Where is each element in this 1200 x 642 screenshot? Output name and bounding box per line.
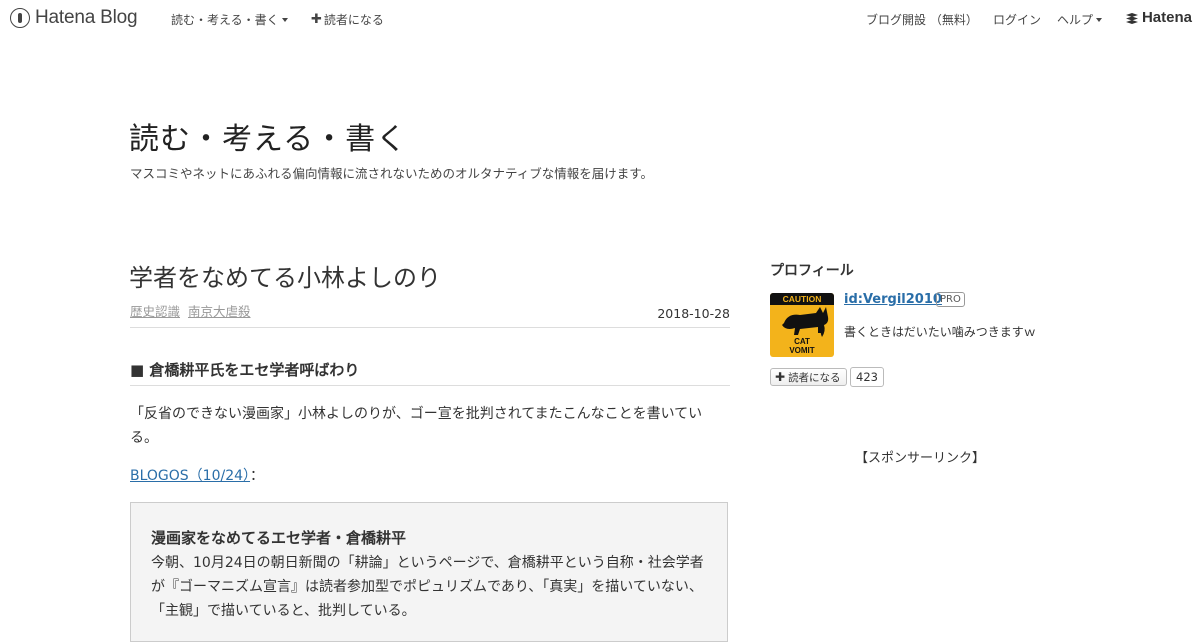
caret-down-icon [1096, 17, 1103, 22]
quote-title: 漫画家をなめてるエセ学者・倉橋耕平 [151, 529, 407, 547]
help-dropdown[interactable]: ヘルプ [1057, 11, 1103, 28]
subscriber-count[interactable]: 423 [850, 367, 884, 387]
hatena-blog-icon [10, 8, 30, 28]
entry-title[interactable]: 学者をなめてる小林よしのり [129, 258, 441, 293]
avatar[interactable]: CAUTION CAT VOMIT [770, 293, 834, 357]
caret-down-icon [281, 17, 288, 22]
profile-heading: プロフィール [770, 263, 854, 279]
blog-title[interactable]: 読む・考える・書く [129, 114, 407, 158]
blog-menu-dropdown[interactable]: 読む・考える・書く [171, 11, 288, 28]
open-blog-link[interactable]: ブログ開設 （無料） [866, 11, 978, 28]
category-link[interactable]: 歴史認識 [130, 304, 180, 319]
profile-description: 書くときはだいたい噛みつきますｗ [844, 325, 1036, 339]
hatena-logo[interactable]: Hatena [1125, 9, 1192, 26]
avatar-text-line2: VOMIT [789, 346, 815, 355]
hatena-blog-logo[interactable]: Hatena Blog [10, 7, 138, 29]
header-subscribe-button[interactable]: ✚ 読者になる [311, 11, 384, 28]
hatena-icon [1125, 12, 1138, 24]
pro-badge[interactable]: PRO [936, 292, 965, 307]
plus-icon: ✚ [311, 12, 322, 27]
blog-description: マスコミやネットにあふれる偏向情報に流されないためのオルタナティブな情報を届けま… [130, 166, 654, 181]
sponsor-link-label: 【スポンサーリンク】 [854, 451, 985, 466]
plus-icon: ✚ [775, 370, 786, 384]
section-heading: ■ 倉橋耕平氏をエセ学者呼ばわり [130, 359, 730, 386]
blogos-link[interactable]: BLOGOS（10/24） [130, 468, 250, 484]
sidebar-subscribe-button[interactable]: ✚ 読者になる [770, 368, 847, 386]
source-link-line: BLOGOS（10/24）： [130, 468, 265, 484]
entry-categories: 歴史認識 南京大虐殺 [130, 301, 255, 320]
avatar-text-line1: CAT [794, 337, 810, 346]
category-link[interactable]: 南京大虐殺 [188, 304, 251, 319]
divider [130, 327, 730, 328]
quote-body: 今朝、10月24日の朝日新聞の「耕論」というページで、倉橋耕平という自称・社会学… [151, 555, 704, 619]
login-link[interactable]: ログイン [993, 11, 1041, 28]
blockquote: 漫画家をなめてるエセ学者・倉橋耕平 今朝、10月24日の朝日新聞の「耕論」という… [130, 502, 728, 642]
global-header: Hatena Blog 読む・考える・書く ✚ 読者になる ブログ開設 （無料）… [0, 0, 1200, 36]
entry-paragraph: 「反省のできない漫画家」小林よしのりが、ゴー宣を批判されてまたこんなことを書いて… [130, 406, 703, 446]
entry-date[interactable]: 2018-10-28 [657, 306, 730, 321]
profile-id-link[interactable]: id:Vergil2010 [844, 292, 942, 307]
